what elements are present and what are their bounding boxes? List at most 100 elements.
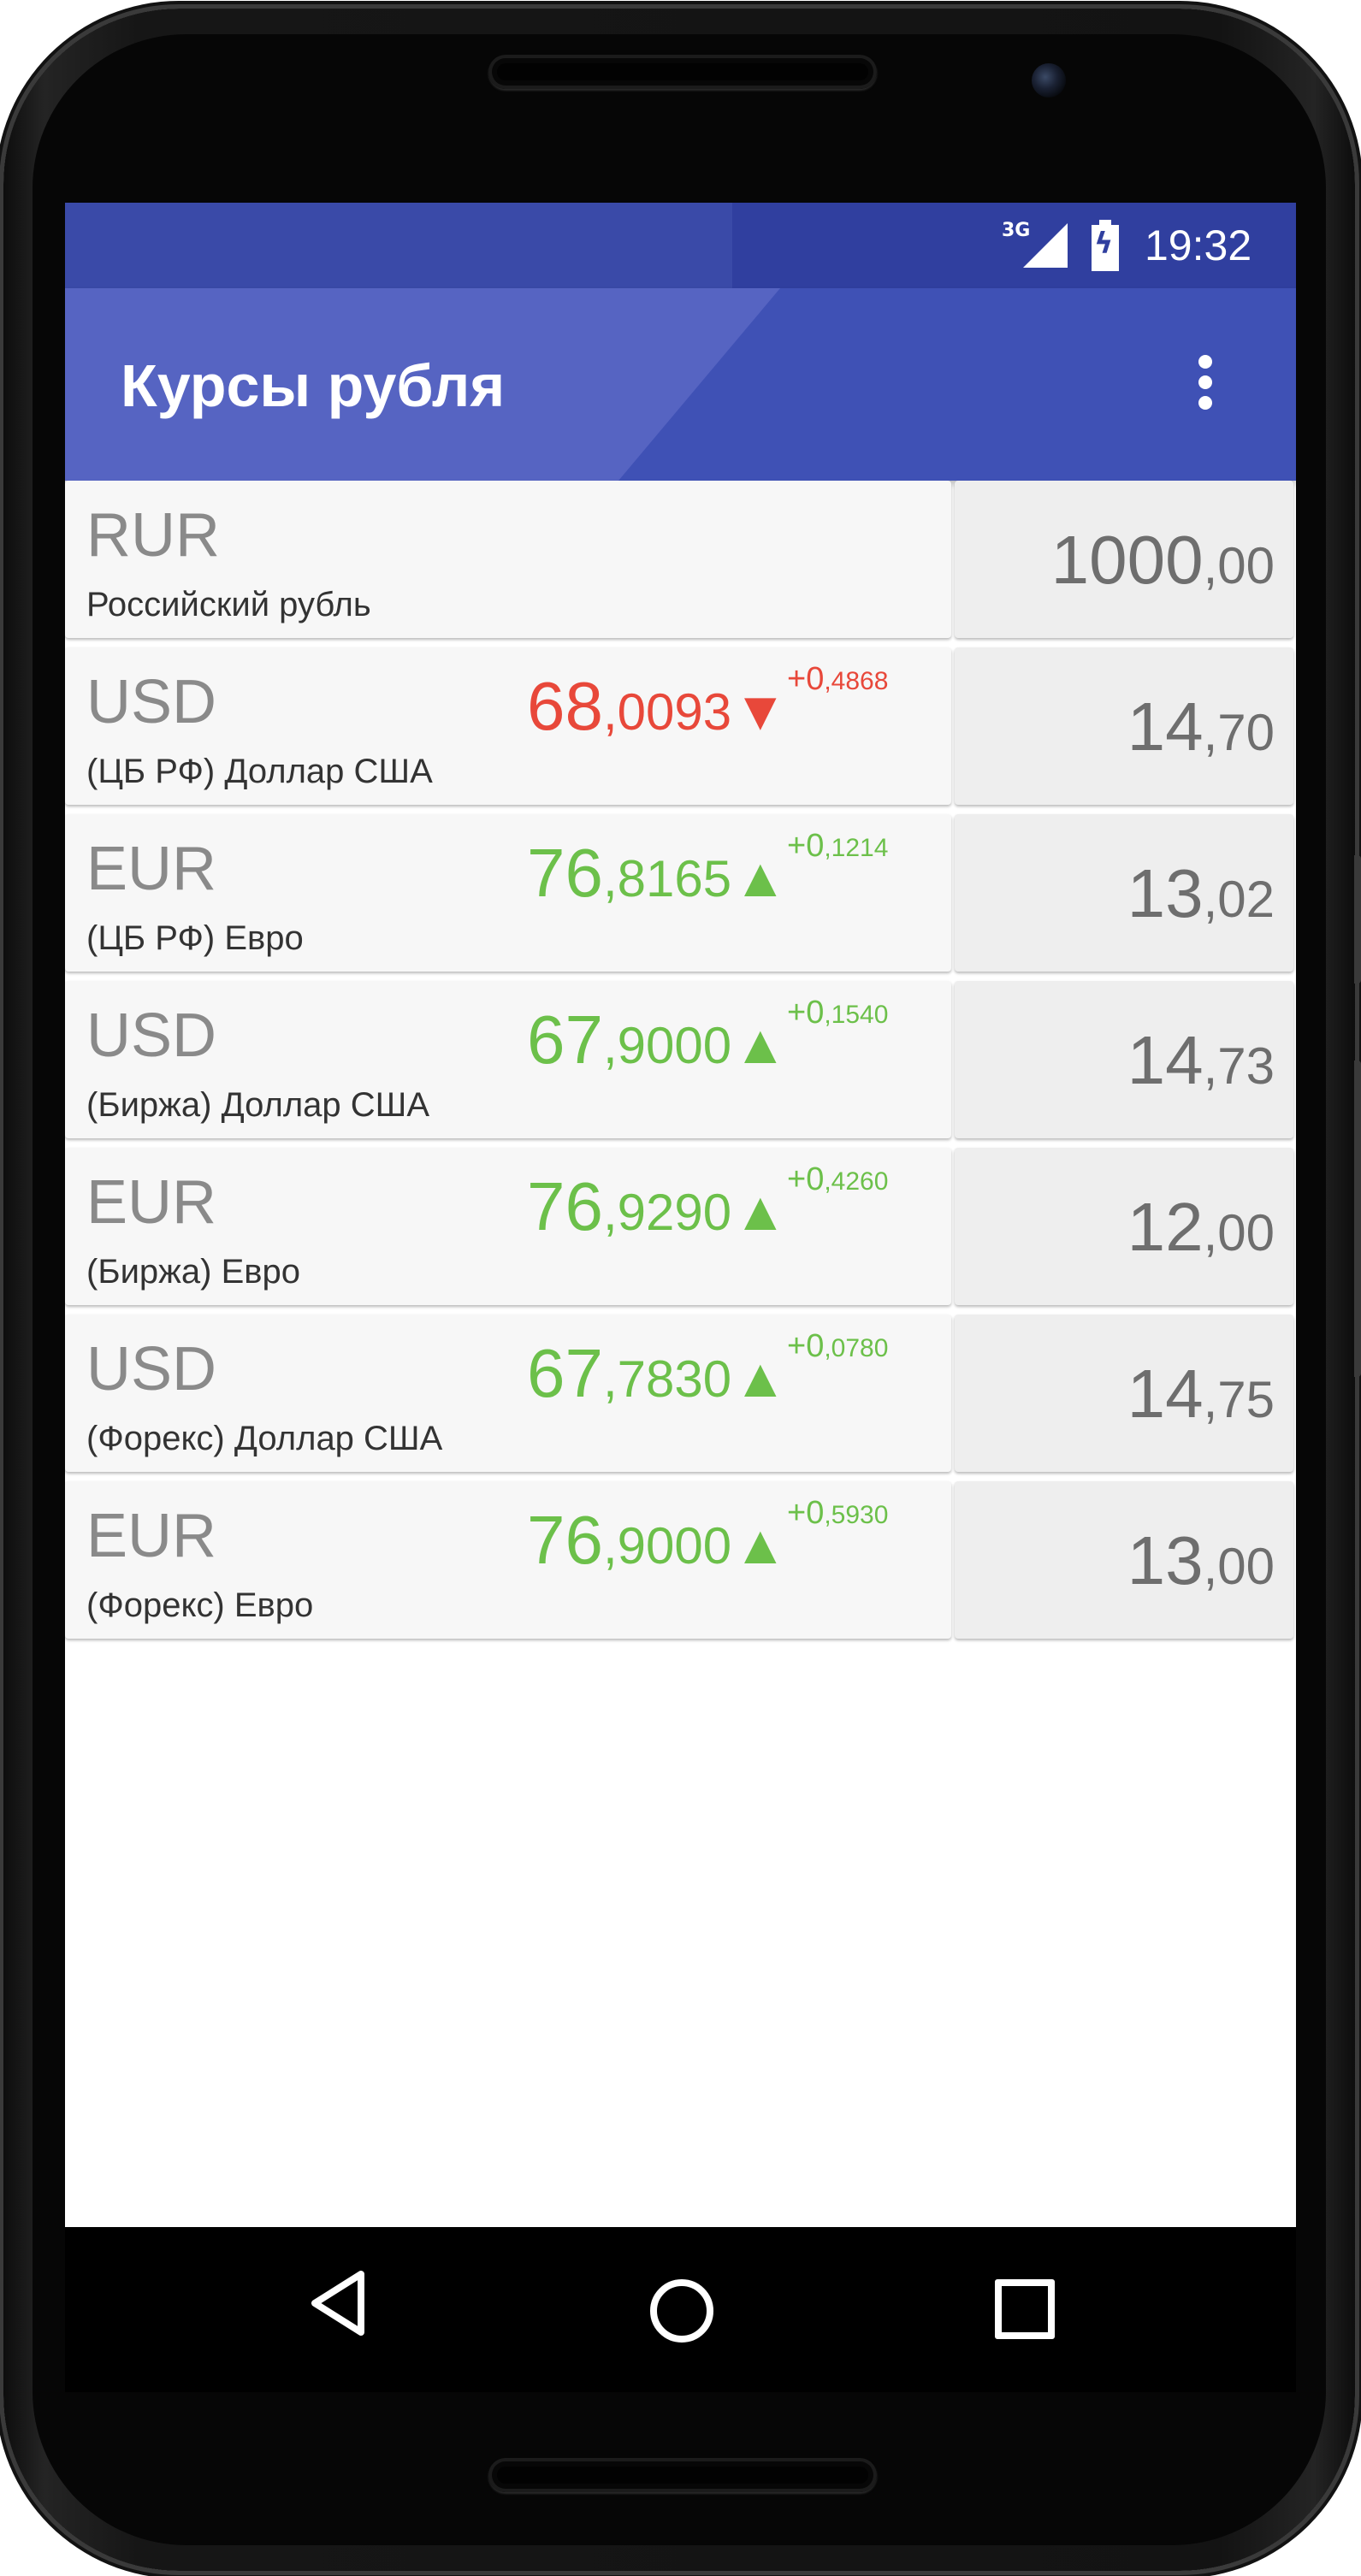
exchange-rate: 67,7830▲ [527, 1335, 787, 1418]
exchange-rate: 76,8165▲ [527, 835, 787, 918]
currency-code: USD [86, 668, 217, 736]
amount-value: 14,75 [1127, 1356, 1275, 1439]
change-integer: +0 [787, 661, 825, 697]
change-fraction: ,4260 [824, 1167, 889, 1196]
converted-amount[interactable]: 13,02 [955, 814, 1293, 972]
amount-value: 1000,00 [1051, 522, 1275, 605]
currency-info[interactable]: EUR (Форекс) Евро 76,9000▲ +0,5930 [65, 1481, 951, 1639]
converted-amount[interactable]: 13,00 [955, 1481, 1293, 1639]
change-fraction: ,0780 [824, 1334, 889, 1362]
currency-info[interactable]: USD (ЦБ РФ) Доллар США 68,0093▼ +0,4868 [65, 647, 951, 805]
currency-code: RUR [86, 501, 220, 570]
app-bar: Курсы рубля [65, 288, 1296, 481]
amount-fraction: ,02 [1203, 871, 1275, 928]
navigation-bar [65, 2227, 1296, 2392]
rate-fraction: ,9000 [602, 1017, 732, 1074]
rate-fraction: ,9000 [602, 1517, 732, 1575]
amount-fraction: ,70 [1203, 704, 1275, 761]
arrow-up-icon: ▲ [733, 1514, 788, 1575]
rate-change: +0,1214 [787, 827, 888, 871]
currency-code: EUR [86, 1502, 217, 1570]
amount-integer: 13 [1127, 1522, 1204, 1598]
change-fraction: ,5930 [824, 1501, 889, 1529]
status-bar: 3G ϟ 19:32 [65, 203, 1296, 288]
earpiece-speaker [488, 55, 877, 89]
currency-name: (Биржа) Доллар США [86, 1086, 430, 1124]
rate-change: +0,4260 [787, 1161, 888, 1205]
home-icon[interactable] [650, 2279, 713, 2343]
exchange-rate: 76,9000▲ [527, 1502, 787, 1585]
amount-fraction: ,73 [1203, 1037, 1275, 1095]
change-integer: +0 [787, 1161, 825, 1197]
app-title: Курсы рубля [121, 352, 506, 419]
arrow-down-icon: ▼ [733, 680, 788, 741]
change-fraction: ,1214 [824, 834, 889, 862]
currency-info[interactable]: EUR (Биржа) Евро 76,9290▲ +0,4260 [65, 1148, 951, 1305]
screen: 3G ϟ 19:32 Курсы рубля RUR Российский руб… [65, 203, 1296, 2392]
currency-info[interactable]: RUR Российский рубль [65, 481, 951, 638]
arrow-up-icon: ▲ [733, 1180, 788, 1242]
converted-amount[interactable]: 12,00 [955, 1148, 1293, 1305]
overflow-menu-icon[interactable] [1187, 348, 1222, 417]
amount-fraction: ,75 [1203, 1371, 1275, 1428]
amount-integer: 14 [1127, 688, 1204, 765]
amount-integer: 14 [1127, 1356, 1204, 1432]
rate-change: +0,4868 [787, 660, 888, 705]
amount-integer: 13 [1127, 855, 1204, 931]
arrow-up-icon: ▲ [733, 847, 788, 908]
rate-row[interactable]: USD (ЦБ РФ) Доллар США 68,0093▼ +0,4868 14,7… [65, 647, 1296, 808]
amount-value: 13,00 [1127, 1522, 1275, 1605]
currency-info[interactable]: USD (Форекс) Доллар США 67,7830▲ +0,0780 [65, 1315, 951, 1472]
currency-name: (ЦБ РФ) Доллар США [86, 753, 433, 790]
currency-info[interactable]: USD (Биржа) Доллар США 67,9000▲ +0,1540 [65, 981, 951, 1138]
exchange-rate: 68,0093▼ [527, 668, 787, 751]
front-camera [1032, 63, 1066, 97]
rate-integer: 67 [527, 1001, 603, 1078]
rate-row[interactable]: EUR (Биржа) Евро 76,9290▲ +0,4260 12,00 [65, 1148, 1296, 1309]
signal-icon [1023, 223, 1068, 268]
amount-value: 14,70 [1127, 688, 1275, 771]
rate-integer: 76 [527, 1502, 603, 1578]
rate-integer: 68 [527, 668, 603, 744]
currency-code: USD [86, 1001, 217, 1070]
change-integer: +0 [787, 1495, 825, 1531]
rate-row[interactable]: USD (Форекс) Доллар США 67,7830▲ +0,0780 14,… [65, 1315, 1296, 1475]
arrow-up-icon: ▲ [733, 1347, 788, 1409]
recents-icon[interactable] [995, 2279, 1055, 2339]
currency-info[interactable]: EUR (ЦБ РФ) Евро 76,8165▲ +0,1214 [65, 814, 951, 972]
back-icon[interactable] [308, 2269, 368, 2337]
currency-code: USD [86, 1335, 217, 1403]
rate-change: +0,0780 [787, 1327, 888, 1372]
change-integer: +0 [787, 995, 825, 1031]
converted-amount[interactable]: 14,70 [955, 647, 1293, 805]
rate-row[interactable]: EUR (ЦБ РФ) Евро 76,8165▲ +0,1214 13,02 [65, 814, 1296, 975]
arrow-up-icon: ▲ [733, 1013, 788, 1075]
change-fraction: ,1540 [824, 1001, 889, 1029]
currency-name: (Форекс) Евро [86, 1586, 314, 1624]
converted-amount[interactable]: 14,73 [955, 981, 1293, 1138]
currency-name: Российский рубль [86, 586, 371, 623]
change-fraction: ,4868 [824, 667, 889, 695]
change-integer: +0 [787, 1328, 825, 1364]
rate-integer: 67 [527, 1335, 603, 1411]
rate-row[interactable]: RUR Российский рубль 1000,00 [65, 481, 1296, 641]
volume-button [1354, 1061, 1361, 1377]
rate-row[interactable]: EUR (Форекс) Евро 76,9000▲ +0,5930 13,00 [65, 1481, 1296, 1642]
bottom-speaker [488, 2458, 877, 2492]
rate-row[interactable]: USD (Биржа) Доллар США 67,9000▲ +0,1540 14,7… [65, 981, 1296, 1142]
rate-fraction: ,0093 [602, 683, 732, 741]
amount-fraction: ,00 [1203, 537, 1275, 594]
exchange-rate: 76,9290▲ [527, 1168, 787, 1251]
power-button [1354, 855, 1361, 984]
converted-amount[interactable]: 14,75 [955, 1315, 1293, 1472]
amount-value: 12,00 [1127, 1189, 1275, 1272]
amount-value: 14,73 [1127, 1022, 1275, 1105]
battery-charging-icon: ϟ [1092, 220, 1119, 271]
rate-integer: 76 [527, 1168, 603, 1244]
converted-amount[interactable]: 1000,00 [955, 481, 1293, 638]
currency-name: (Форекс) Доллар США [86, 1420, 443, 1457]
amount-fraction: ,00 [1203, 1204, 1275, 1261]
change-integer: +0 [787, 828, 825, 864]
amount-integer: 1000 [1050, 522, 1204, 598]
rate-fraction: ,8165 [602, 850, 732, 907]
